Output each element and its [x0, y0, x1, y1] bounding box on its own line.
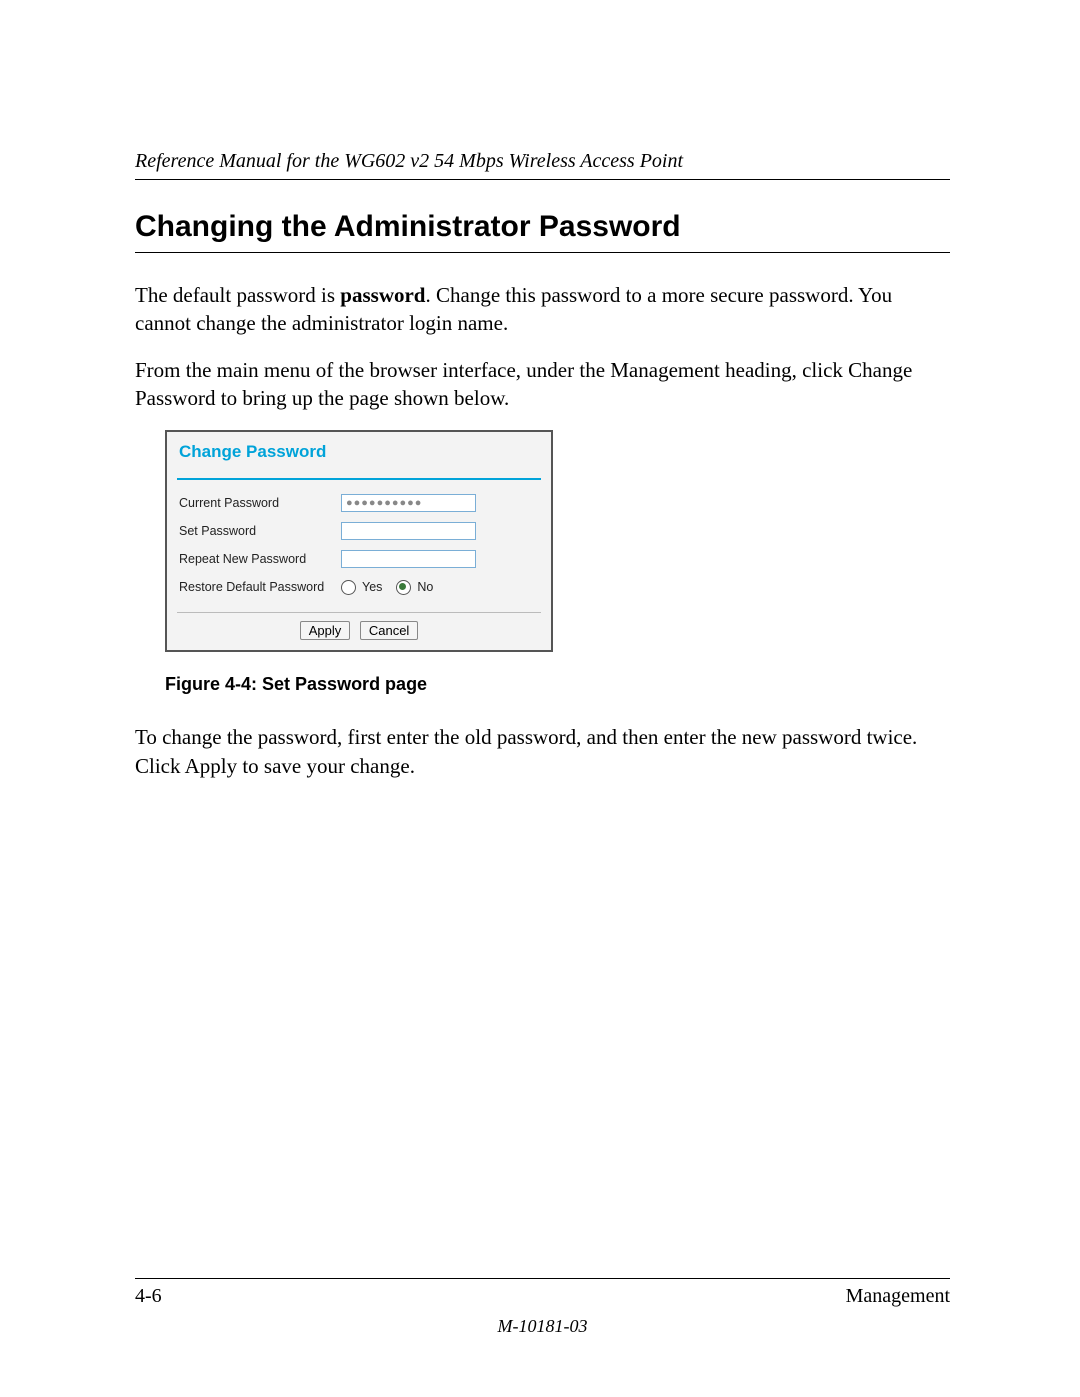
cancel-button[interactable]: Cancel	[360, 621, 418, 640]
page-footer: 4-6 Management M-10181-03	[135, 1278, 950, 1337]
radio-yes-label: Yes	[362, 580, 382, 594]
panel-title: Change Password	[179, 442, 326, 461]
row-repeat-password: Repeat New Password	[179, 546, 539, 572]
footer-row: 4-6 Management	[135, 1285, 950, 1308]
figure-caption: Figure 4-4: Set Password page	[165, 674, 950, 695]
panel-title-rule	[177, 478, 541, 480]
radio-no-label: No	[417, 580, 433, 594]
paragraph-3: To change the password, first enter the …	[135, 723, 950, 780]
apply-button[interactable]: Apply	[300, 621, 351, 640]
row-set-password: Set Password	[179, 518, 539, 544]
change-password-panel: Change Password Current Password Set Pas…	[165, 430, 553, 652]
footer-rule	[135, 1278, 950, 1279]
header-rule	[135, 179, 950, 180]
radio-group-restore-default: Yes No	[341, 580, 433, 595]
panel-header: Change Password	[167, 432, 551, 468]
label-repeat-password: Repeat New Password	[179, 552, 341, 566]
label-restore-default: Restore Default Password	[179, 580, 341, 594]
input-repeat-password[interactable]	[341, 550, 476, 568]
label-current-password: Current Password	[179, 496, 341, 510]
row-restore-default: Restore Default Password Yes No	[179, 574, 539, 600]
footer-doc-id: M-10181-03	[135, 1316, 950, 1337]
row-current-password: Current Password	[179, 490, 539, 516]
figure: Change Password Current Password Set Pas…	[165, 430, 950, 695]
footer-section-name: Management	[846, 1285, 950, 1308]
radio-no[interactable]	[396, 580, 411, 595]
label-set-password: Set Password	[179, 524, 341, 538]
document-page: Reference Manual for the WG602 v2 54 Mbp…	[0, 0, 1080, 1397]
radio-yes[interactable]	[341, 580, 356, 595]
input-set-password[interactable]	[341, 522, 476, 540]
paragraph-1-bold: password	[340, 283, 425, 307]
running-header: Reference Manual for the WG602 v2 54 Mbp…	[135, 150, 950, 173]
panel-button-row: Apply Cancel	[167, 613, 551, 650]
footer-page-number: 4-6	[135, 1285, 162, 1308]
section-heading: Changing the Administrator Password	[135, 210, 950, 244]
input-current-password[interactable]	[341, 494, 476, 512]
panel-form: Current Password Set Password Repeat New…	[167, 490, 551, 606]
paragraph-1: The default password is password. Change…	[135, 281, 950, 338]
heading-rule	[135, 252, 950, 253]
paragraph-1-text-a: The default password is	[135, 283, 340, 307]
paragraph-2: From the main menu of the browser interf…	[135, 356, 950, 413]
